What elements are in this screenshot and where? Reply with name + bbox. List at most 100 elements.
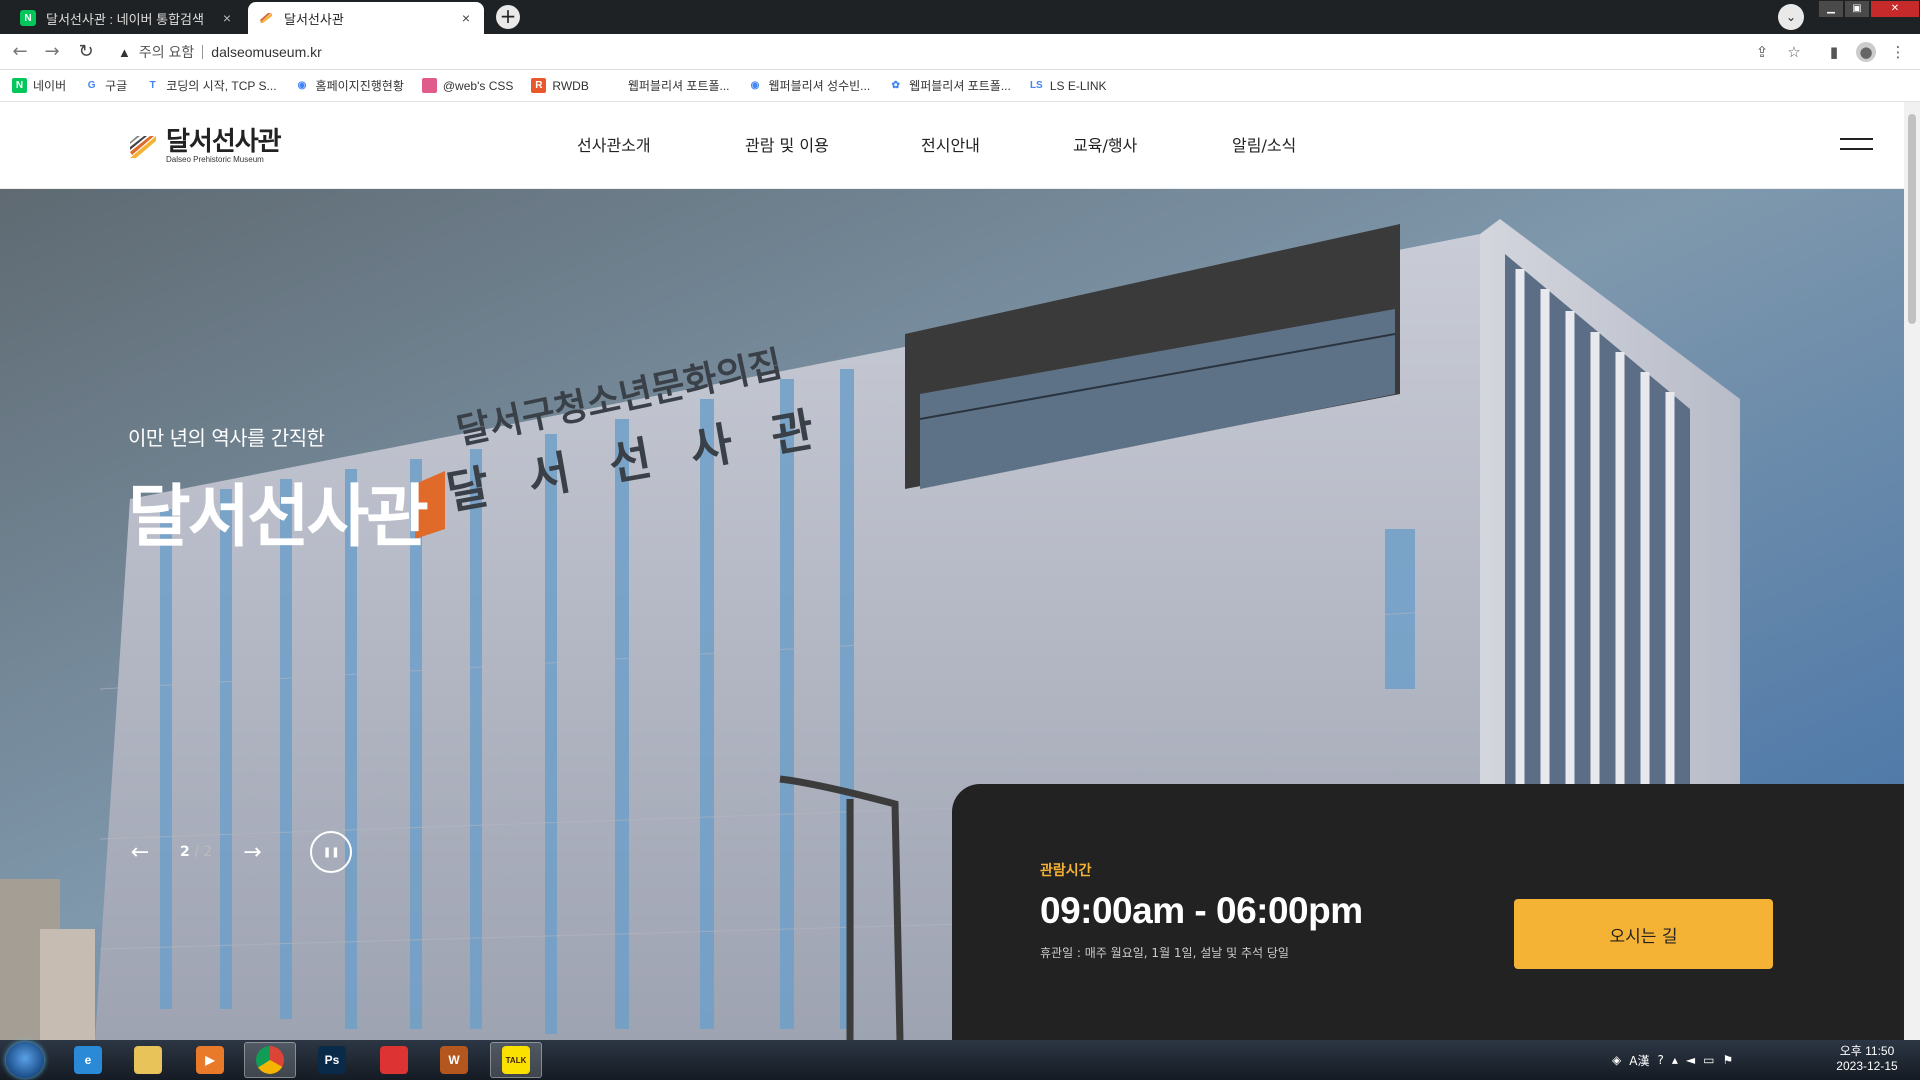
tab-search-button[interactable]: ⌄ bbox=[1778, 4, 1804, 30]
blank-icon bbox=[606, 78, 622, 93]
menu-icon[interactable]: ⋮ bbox=[1888, 42, 1908, 62]
start-button[interactable] bbox=[6, 1042, 44, 1078]
nav-item-about[interactable]: 선사관소개 bbox=[577, 132, 745, 156]
flag-icon[interactable]: ⚑ bbox=[1722, 1053, 1733, 1067]
nav-item-exhibition[interactable]: 전시안내 bbox=[921, 132, 1073, 156]
bookmark-label: LS E-LINK bbox=[1049, 78, 1107, 93]
bookmark-item[interactable]: ✿ 웹퍼블리셔 포트폴... bbox=[888, 77, 1011, 94]
close-icon[interactable]: × bbox=[219, 10, 235, 26]
close-icon[interactable]: × bbox=[458, 10, 474, 26]
bookmark-label: 웹퍼블리셔 포트폴... bbox=[909, 79, 1011, 93]
maximize-button[interactable]: ▣ bbox=[1844, 0, 1870, 18]
ime-icon[interactable]: A漢 bbox=[1629, 1052, 1649, 1069]
bookmark-label: 홈페이지진행현황 bbox=[315, 79, 404, 93]
bookmark-label: RWDB bbox=[552, 78, 589, 93]
website-viewport: 달서선사관 Dalseo Prehistoric Museum 선사관소개 관람… bbox=[0, 102, 1904, 1040]
directions-button[interactable]: 오시는 길 bbox=[1514, 899, 1773, 969]
clock-time: 오후 11:50 bbox=[1839, 1044, 1895, 1058]
bookmark-star-icon[interactable]: ☆ bbox=[1784, 42, 1804, 62]
bookmark-item[interactable]: LS LS E-LINK bbox=[1028, 78, 1107, 93]
winamp-icon: W bbox=[440, 1046, 468, 1074]
hours-time: 09:00am - 06:00pm bbox=[1040, 890, 1363, 931]
media-player-icon: ▶ bbox=[196, 1046, 224, 1074]
page-scrollbar[interactable] bbox=[1904, 102, 1920, 1040]
bookmark-item[interactable]: ◉ 웹퍼블리셔 성수빈... bbox=[747, 77, 871, 94]
url-text[interactable]: dalseomuseum.kr bbox=[211, 44, 322, 60]
bookmark-item[interactable]: 웹퍼블리셔 포트폴... bbox=[606, 77, 730, 94]
network-shield-icon[interactable]: ◈ bbox=[1612, 1053, 1621, 1067]
share-icon[interactable]: ⇪ bbox=[1752, 42, 1772, 62]
nav-item-visit[interactable]: 관람 및 이용 bbox=[745, 132, 921, 156]
logo-english: Dalseo Prehistoric Museum bbox=[166, 155, 264, 164]
opening-hours-panel: 관람시간 09:00am - 06:00pm 휴관일 : 매주 월요일, 1월 … bbox=[952, 784, 1904, 1040]
display-icon[interactable]: ▭ bbox=[1703, 1053, 1714, 1067]
chrome-icon bbox=[256, 1046, 284, 1074]
bookmarks-bar: N 네이버 G 구글 T 코딩의 시작, TCP S... ◉ 홈페이지진행현황 @web's … bbox=[0, 70, 1920, 102]
logo-mark-icon bbox=[130, 136, 156, 158]
nav-item-education[interactable]: 교육/행사 bbox=[1073, 132, 1232, 156]
taskbar-app-kakaotalk[interactable]: TALK bbox=[490, 1042, 542, 1078]
bookmark-label: 웹퍼블리셔 성수빈... bbox=[768, 79, 871, 93]
bookmark-item[interactable]: T 코딩의 시작, TCP S... bbox=[145, 77, 277, 94]
system-clock[interactable]: 오후 11:50 2023-12-15 bbox=[1822, 1044, 1912, 1074]
tab-title: 달서선사관 : 네이버 통합검색 bbox=[46, 11, 204, 27]
google-icon: G bbox=[84, 78, 100, 93]
reload-button[interactable]: ↻ bbox=[76, 42, 96, 62]
bookmark-item[interactable]: @web's CSS bbox=[421, 78, 513, 93]
taskbar-app-eraser[interactable] bbox=[368, 1042, 420, 1078]
minimize-button[interactable]: ▁ bbox=[1818, 0, 1844, 18]
windows-taskbar: e ▶ Ps W TALK ◈ A漢 ? ▴ ◄ ▭ ⚑ 오후 11:50 2023-1… bbox=[0, 1040, 1920, 1080]
taskbar-app-photoshop[interactable]: Ps bbox=[306, 1042, 358, 1078]
logo-korean: 달서선사관 bbox=[166, 126, 282, 156]
address-bar[interactable]: ▲ 주의 요함 dalseomuseum.kr bbox=[112, 38, 1780, 66]
taskbar-app-media-player[interactable]: ▶ bbox=[184, 1042, 236, 1078]
hero-title: 달서선사관 bbox=[128, 479, 429, 555]
security-status[interactable]: 주의 요함 bbox=[139, 42, 194, 62]
nav-item-news[interactable]: 알림/소식 bbox=[1232, 132, 1332, 156]
tab-title: 달서선사관 bbox=[284, 11, 344, 27]
profile-icon[interactable]: ● bbox=[1856, 42, 1876, 62]
slide-separator: / bbox=[189, 844, 204, 860]
museum-icon bbox=[258, 10, 274, 26]
close-window-button[interactable]: ✕ bbox=[1870, 0, 1920, 18]
ls-icon: LS bbox=[1028, 78, 1044, 93]
scrollbar-thumb[interactable] bbox=[1908, 114, 1916, 324]
prev-slide-button[interactable]: ← bbox=[128, 840, 152, 865]
taskbar-app-winamp[interactable]: W bbox=[428, 1042, 480, 1078]
forward-button[interactable]: → bbox=[42, 42, 62, 62]
naver-icon: N bbox=[20, 10, 36, 26]
new-tab-button[interactable]: + bbox=[496, 5, 520, 29]
hamburger-menu-icon[interactable] bbox=[1840, 138, 1873, 152]
bookmark-item[interactable]: R RWDB bbox=[531, 78, 589, 93]
taskbar-app-folder[interactable] bbox=[122, 1042, 174, 1078]
chevron-down-icon: ⌄ bbox=[1785, 10, 1797, 24]
side-panel-icon[interactable]: ▮ bbox=[1824, 42, 1844, 62]
total-slides: 2 bbox=[203, 844, 213, 860]
tab-naver-search[interactable]: N 달서선사관 : 네이버 통합검색 × bbox=[10, 2, 245, 34]
next-slide-button[interactable]: → bbox=[240, 840, 264, 865]
bookmark-label: 코딩의 시작, TCP S... bbox=[166, 79, 277, 93]
current-slide: 2 bbox=[180, 844, 190, 860]
taskbar-app-ie[interactable]: e bbox=[62, 1042, 114, 1078]
help-icon[interactable]: ? bbox=[1657, 1053, 1663, 1067]
bookmark-item[interactable]: N 네이버 bbox=[12, 77, 66, 94]
site-logo[interactable]: 달서선사관 Dalseo Prehistoric Museum bbox=[128, 124, 282, 168]
main-navigation: 선사관소개 관람 및 이용 전시안내 교육/행사 알림/소식 bbox=[577, 132, 1332, 156]
taskbar-app-chrome[interactable] bbox=[244, 1042, 296, 1078]
browser-toolbar: ← → ↻ ▲ 주의 요함 dalseomuseum.kr ⇪ ☆ ▮ ● ⋮ bbox=[0, 34, 1920, 70]
ie-icon: e bbox=[74, 1046, 102, 1074]
naver-icon: N bbox=[12, 78, 27, 93]
tray-expand-icon[interactable]: ▴ bbox=[1672, 1053, 1678, 1067]
pause-slider-button[interactable]: ❚❚ bbox=[310, 831, 353, 873]
back-button[interactable]: ← bbox=[10, 42, 30, 62]
browser-tab-strip: N 달서선사관 : 네이버 통합검색 × 달서선사관 × + ⌄ ▁ ▣ ✕ bbox=[0, 0, 1920, 34]
bookmark-item[interactable]: G 구글 bbox=[84, 77, 127, 94]
tab-dalseo-museum[interactable]: 달서선사관 × bbox=[248, 2, 484, 34]
rwdb-icon: R bbox=[531, 78, 547, 93]
hours-label: 관람시간 bbox=[1040, 863, 1092, 879]
bookmark-item[interactable]: ◉ 홈페이지진행현황 bbox=[294, 77, 404, 94]
hero-slider: 달서구청소년문화의집 달서선사관 이만 년의 역사를 간직한 달서선사관 ← 2… bbox=[0, 189, 1904, 1040]
volume-icon[interactable]: ◄ bbox=[1686, 1053, 1695, 1067]
bookmark-label: 구글 bbox=[105, 79, 128, 93]
slide-pager: 2 / 2 bbox=[180, 844, 212, 860]
